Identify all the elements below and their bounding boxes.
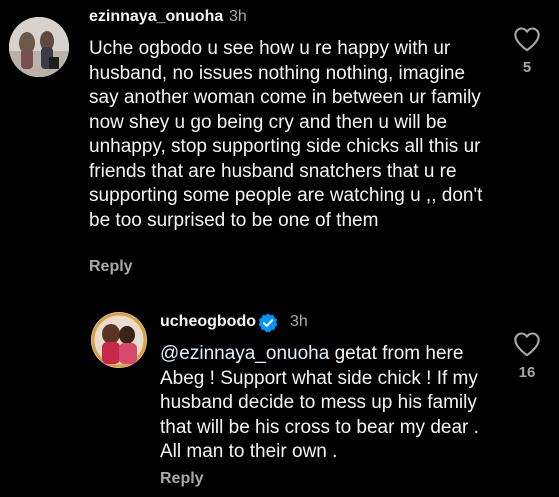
- heart-icon[interactable]: [513, 26, 541, 52]
- reply-button[interactable]: Reply: [160, 470, 204, 488]
- avatar-image: [9, 17, 69, 77]
- comment-text: @ezinnaya_onuoha getat from here Abeg ! …: [160, 342, 490, 465]
- verified-badge-icon: [258, 313, 278, 333]
- avatar-image: [91, 312, 147, 368]
- comment-username[interactable]: ucheogbodo: [160, 313, 256, 331]
- comment-timestamp: 3h: [290, 313, 308, 330]
- like-count: 5: [522, 59, 532, 76]
- like-count: 16: [518, 364, 536, 381]
- comment-timestamp: 3h: [229, 8, 247, 25]
- avatar[interactable]: [91, 312, 147, 368]
- heart-icon[interactable]: [513, 331, 541, 357]
- avatar[interactable]: [9, 17, 69, 77]
- comment-text: Uche ogbodo u see how u re happy with ur…: [89, 38, 483, 231]
- reply-button[interactable]: Reply: [89, 258, 133, 276]
- mention-link[interactable]: @ezinnaya_onuoha: [160, 343, 329, 364]
- comment-username[interactable]: ezinnaya_onuoha: [89, 8, 223, 26]
